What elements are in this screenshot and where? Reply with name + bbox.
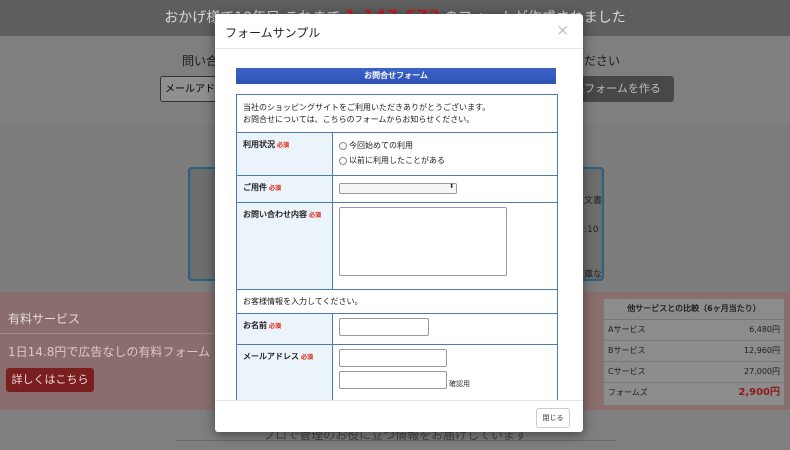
email-label: メールアドレス 必須 [237, 345, 333, 400]
close-icon[interactable]: × [556, 21, 569, 39]
topic-label: ご用件 必須 [237, 176, 333, 202]
customer-info-note: お客様情報を入力してください。 [237, 290, 557, 314]
usage-label: 利用状況 必須 [237, 133, 333, 175]
topic-select[interactable]: ⬍ [339, 183, 457, 194]
email-label-text: メールアドレス [243, 352, 299, 361]
usage-option-returning[interactable]: 以前に利用したことがある [339, 153, 551, 168]
radio-icon[interactable] [339, 141, 347, 150]
name-field [333, 314, 557, 344]
modal-title: フォームサンプル [225, 26, 321, 40]
form-type-select[interactable]: メールアドレ [160, 76, 222, 102]
usage-label-text: 利用状況 [243, 140, 275, 149]
form-title: お問合せフォーム [236, 68, 556, 84]
content-field [333, 203, 557, 289]
comparison-table: 他サービスとの比較（6ヶ月当たり） Aサービス 6,480円 Bサービス 12,96… [603, 298, 785, 406]
close-button[interactable]: 閉じる [536, 408, 570, 428]
name-row: お名前 必須 [237, 314, 557, 345]
service-price: 2,900円 [738, 387, 780, 398]
comparison-row: Aサービス 6,480円 [604, 320, 784, 341]
required-badge: 必須 [277, 142, 290, 149]
form-sample-modal: フォームサンプル × お問合せフォーム 当社のショッピングサイトをご利用いただき… [215, 14, 583, 432]
select-arrow-icon: ⬍ [448, 183, 454, 190]
usage-option-first[interactable]: 今回始めての利用 [339, 138, 551, 153]
name-label-text: お名前 [243, 321, 267, 330]
inquiry-text-left: 問い合 [182, 54, 219, 68]
name-input[interactable] [339, 318, 429, 336]
required-badge: 必須 [269, 185, 282, 192]
content-label-text: お問い合わせ内容 [243, 210, 307, 219]
option-label: 今回始めての利用 [349, 141, 413, 150]
modal-footer: 閉じる [215, 400, 583, 433]
radio-icon[interactable] [339, 156, 347, 165]
divider [0, 333, 214, 334]
content-textarea[interactable] [339, 207, 507, 276]
content-label: お問い合わせ内容 必須 [237, 203, 333, 289]
email-field: 確認用 [333, 345, 557, 400]
service-price: 27,000円 [744, 367, 780, 376]
content-row: お問い合わせ内容 必須 [237, 203, 557, 290]
modal-body[interactable]: お問合せフォーム 当社のショッピングサイトをご利用いただきありがとうございます。… [215, 49, 583, 400]
paid-service-subtitle: 1日14.8円で広告なしの有料フォーム [8, 345, 210, 359]
topic-label-text: ご用件 [243, 183, 267, 192]
service-price: 6,480円 [749, 325, 780, 334]
name-label: お名前 必須 [237, 314, 333, 344]
sample-card-left [188, 167, 218, 281]
comparison-row: Cサービス 27,000円 [604, 362, 784, 383]
intro-line-2: お問合せについては、こちらのフォームからお知らせください。 [243, 115, 475, 124]
contact-form: 当社のショッピングサイトをご利用いただきありがとうございます。 お問合せについて… [236, 94, 558, 400]
service-name: Bサービス [608, 346, 646, 355]
required-badge: 必須 [309, 212, 322, 219]
required-badge: 必須 [269, 323, 282, 330]
confirm-label: 確認用 [449, 380, 470, 388]
email-confirm-input[interactable] [339, 371, 447, 389]
service-name: Aサービス [608, 325, 646, 334]
email-row: メールアドレス 必須 確認用 [237, 345, 557, 400]
usage-options: 今回始めての利用 以前に利用したことがある [333, 133, 557, 175]
comparison-row: フォームズ 2,900円 [604, 383, 784, 403]
comparison-title: 他サービスとの比較（6ヶ月当たり） [604, 299, 784, 320]
option-label: 以前に利用したことがある [349, 156, 445, 165]
modal-header: フォームサンプル × [215, 14, 583, 49]
divider [176, 440, 616, 441]
usage-row: 利用状況 必須 今回始めての利用 以前に利用したことがある [237, 133, 557, 176]
email-input[interactable] [339, 349, 447, 367]
required-badge: 必須 [301, 354, 314, 361]
comparison-row: Bサービス 12,960円 [604, 341, 784, 362]
service-price: 12,960円 [744, 346, 780, 355]
intro-line-1: 当社のショッピングサイトをご利用いただきありがとうございます。 [243, 103, 491, 112]
paid-service-title: 有料サービス [8, 312, 81, 326]
topic-field: ⬍ [333, 176, 557, 202]
topic-row: ご用件 必須 ⬍ [237, 176, 557, 203]
form-intro: 当社のショッピングサイトをご利用いただきありがとうございます。 お問合せについて… [237, 95, 557, 133]
service-name: フォームズ [608, 388, 648, 397]
inquiry-text-right: ださい [584, 54, 621, 68]
details-button[interactable]: 詳しくはこちら [6, 368, 94, 392]
service-name: Cサービス [608, 367, 646, 376]
